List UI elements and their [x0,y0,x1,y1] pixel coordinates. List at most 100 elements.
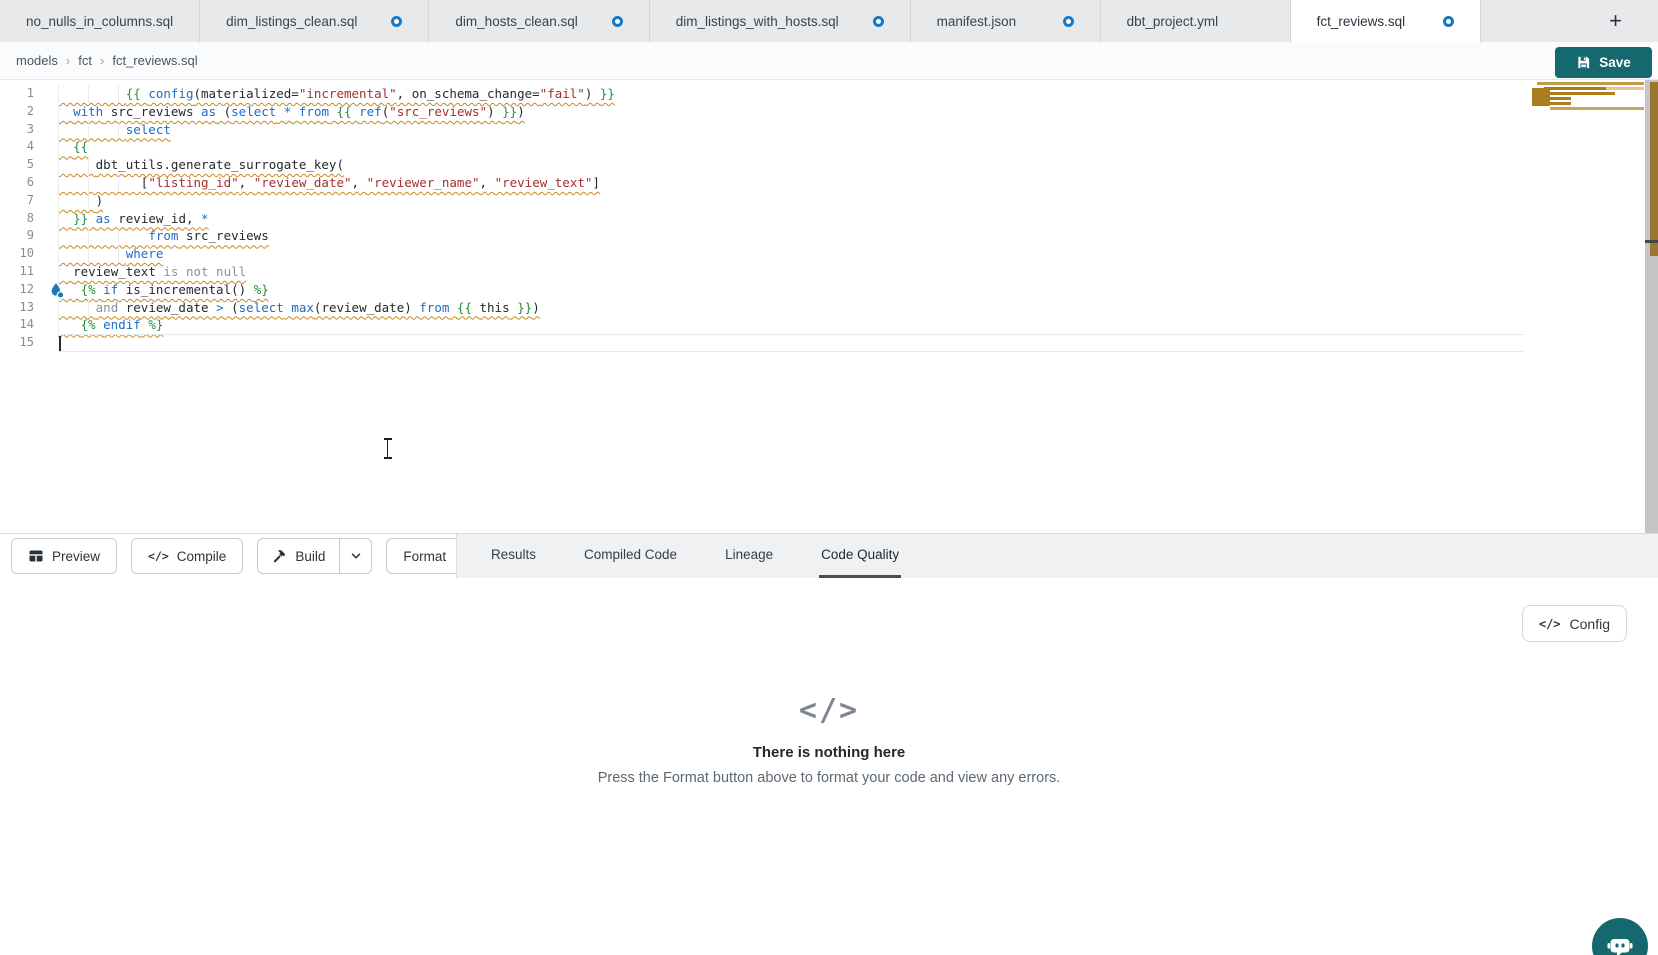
breadcrumb-separator: › [66,53,70,68]
compile-button[interactable]: </> Compile [131,538,243,574]
minimap[interactable] [1532,82,1644,114]
build-button[interactable]: Build [258,539,339,573]
toolbar-buttons: Preview </> Compile Build [0,534,456,578]
empty-state-subtitle: Press the Format button above to format … [0,770,1658,786]
panel-tab-code-quality[interactable]: Code Quality [819,534,901,578]
code-line[interactable]: dbt_utils.generate_surrogate_key( [58,156,344,174]
hammer-icon [272,549,287,564]
file-tab[interactable]: dim_listings_with_hosts.sql [650,0,911,42]
line-number: 14 [0,316,34,334]
empty-state-title: There is nothing here [0,744,1658,761]
code-line[interactable]: ["listing_id", "review_date", "reviewer_… [58,174,600,192]
indent-guides [58,316,81,334]
file-tab[interactable]: no_nulls_in_columns.sql [0,0,200,42]
indent-guides [58,263,73,281]
indent-guides [58,245,126,263]
code-icon: </> [1539,617,1561,631]
panel-tab-compiled-code[interactable]: Compiled Code [582,534,679,578]
breadcrumb: models › fct › fct_reviews.sql [16,53,198,68]
line-number: 8 [0,210,34,228]
line-number: 5 [0,156,34,174]
indent-guides [58,210,73,228]
indent-guides [58,103,73,121]
code-editor[interactable]: 1 {{ config(materialized="incremental", … [0,80,1658,533]
code-action-droplet-icon[interactable] [48,282,66,300]
chevron-down-icon [349,549,363,563]
panel-tab-bar: Results Compiled Code Lineage Code Quality [456,534,1658,578]
mouse-text-cursor [382,438,393,459]
file-tab-label: no_nulls_in_columns.sql [26,14,173,29]
line-number: 9 [0,227,34,245]
format-button[interactable]: Format [386,538,463,574]
code-icon: </> [0,693,1658,728]
file-tab-label: dbt_project.yml [1127,14,1219,29]
code-quality-panel: </> Config </> There is nothing here Pre… [0,578,1658,955]
indent-guides [58,138,73,156]
file-tab-label: dim_listings_with_hosts.sql [676,14,839,29]
line-number: 3 [0,121,34,139]
indent-guides [58,156,96,174]
code-line[interactable]: {% endif %} [58,316,163,334]
indent-guides [58,85,126,103]
build-button-group: Build [257,538,372,574]
preview-button[interactable]: Preview [11,538,117,574]
panel-tab-results[interactable]: Results [489,534,538,578]
code-line-text: }} as review_id, * [58,211,209,226]
code-line[interactable]: where [58,245,163,263]
line-number: 12 [0,281,34,299]
code-line[interactable]: {{ config(materialized="incremental", on… [58,85,615,103]
code-line[interactable]: ) [58,192,103,210]
unsaved-changes-dot [1063,16,1074,27]
file-tab[interactable]: manifest.json [911,0,1101,42]
file-tab-label: fct_reviews.sql [1317,14,1406,29]
code-line-text: dbt_utils.generate_surrogate_key( [58,157,344,172]
code-line[interactable]: {% if is_incremental() %} [58,281,269,299]
panel-tab-lineage[interactable]: Lineage [723,534,775,578]
table-icon [28,548,44,564]
code-line[interactable]: review_text is not null [58,263,246,281]
code-line[interactable]: }} as review_id, * [58,210,209,228]
unsaved-changes-dot [391,16,402,27]
indent-guides [58,174,141,192]
file-tab-label: dim_listings_clean.sql [226,14,357,29]
cursor-overview-mark [1645,240,1658,243]
code-line-text: {{ config(materialized="incremental", on… [58,86,615,101]
line-number: 1 [0,85,34,103]
code-line[interactable]: and review_date > (select max(review_dat… [58,299,540,317]
file-tab-label: manifest.json [937,14,1017,29]
empty-state: </> There is nothing here Press the Form… [0,693,1658,786]
editor-toolbar: Preview </> Compile Build [0,533,1658,578]
save-button[interactable]: Save [1555,47,1652,78]
code-icon: </> [148,549,169,563]
new-tab-button[interactable]: + [1603,8,1628,34]
config-button[interactable]: </> Config [1522,605,1627,642]
file-tab-bar: no_nulls_in_columns.sql dim_listings_clea… [0,0,1658,42]
code-line-text: with src_reviews as (select * from {{ re… [58,104,525,119]
code-line[interactable]: from src_reviews [58,227,269,245]
breadcrumb-separator: › [100,53,104,68]
file-tab[interactable]: fct_reviews.sql [1291,0,1481,42]
file-tab[interactable]: dim_listings_clean.sql [200,0,429,42]
indent-guides [58,299,96,317]
file-tab-label: dim_hosts_clean.sql [455,14,577,29]
code-line[interactable]: {{ [58,138,88,156]
code-line-text: and review_date > (select max(review_dat… [58,300,540,315]
line-number: 10 [0,245,34,263]
file-tab[interactable]: dbt_project.yml [1101,0,1291,42]
file-tab[interactable]: dim_hosts_clean.sql [429,0,649,42]
breadcrumb-item[interactable]: fct_reviews.sql [112,53,197,68]
breadcrumb-item[interactable]: fct [78,53,92,68]
code-line[interactable]: with src_reviews as (select * from {{ re… [58,103,525,121]
breadcrumb-item[interactable]: models [16,53,58,68]
build-dropdown-button[interactable] [339,539,371,573]
ide-window: no_nulls_in_columns.sql dim_listings_clea… [0,0,1658,955]
robot-chat-icon [1606,932,1634,955]
unsaved-changes-dot [612,16,623,27]
indent-guides [58,227,148,245]
unsaved-changes-dot [1443,16,1454,27]
code-line-text: {% if is_incremental() %} [58,282,269,297]
editor-scrollbar[interactable] [1645,80,1658,533]
floppy-disk-icon [1576,55,1591,70]
code-line[interactable]: select [58,121,171,139]
indent-guides [58,121,126,139]
